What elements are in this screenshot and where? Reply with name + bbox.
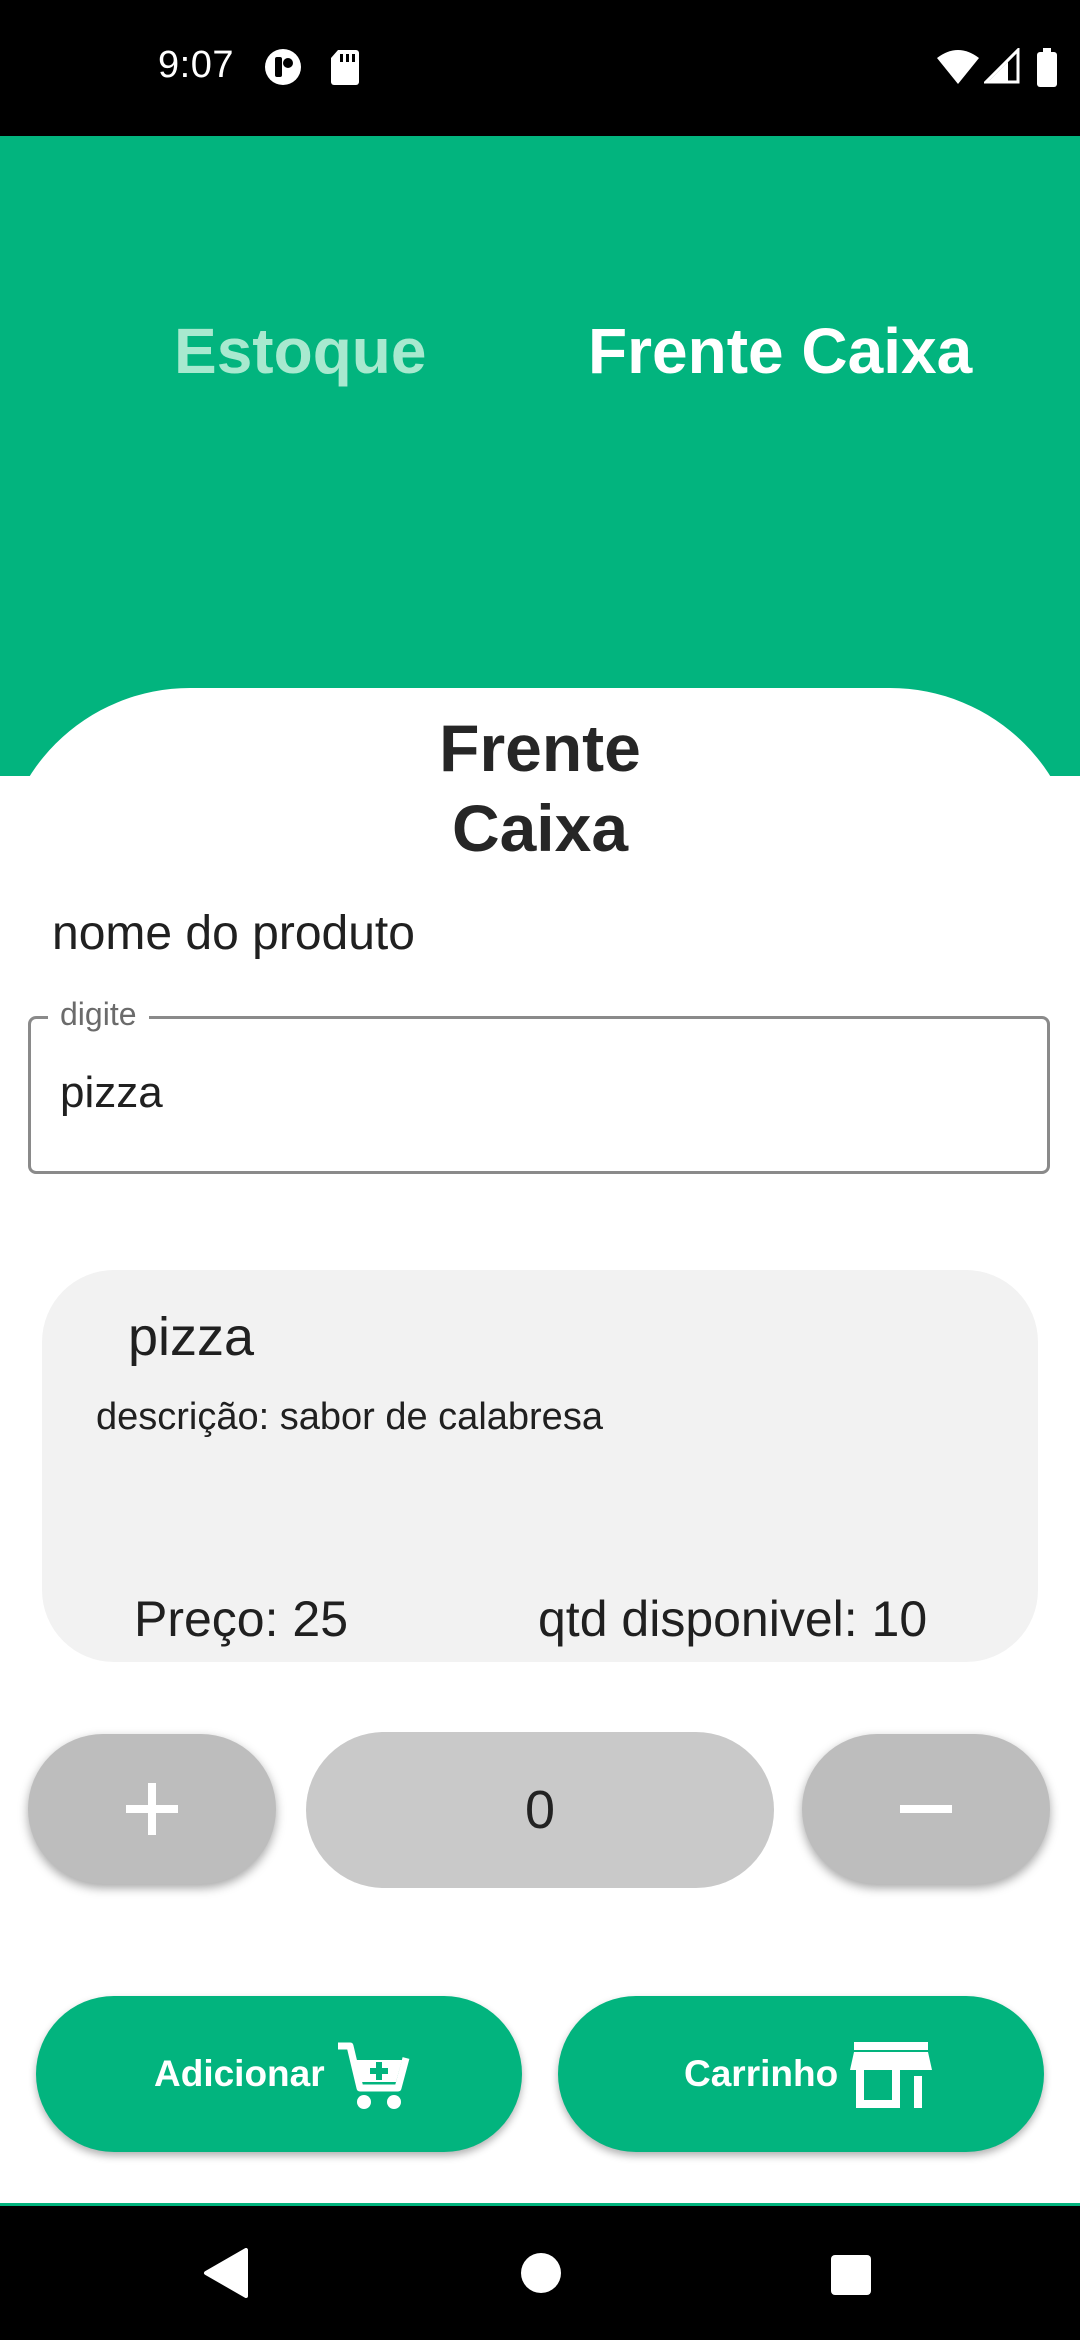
status-time: 9:07 <box>158 44 234 86</box>
product-description: descrição: sabor de calabresa <box>96 1396 603 1438</box>
product-stock: qtd disponivel: 10 <box>538 1591 928 1647</box>
notification-icon <box>265 49 301 85</box>
tab-estoque[interactable]: Estoque <box>174 314 426 388</box>
back-icon[interactable] <box>202 2248 248 2298</box>
add-button[interactable]: Adicionar <box>36 1996 522 2152</box>
add-button-label: Adicionar <box>154 2053 325 2094</box>
quantity-display: 0 <box>306 1732 774 1888</box>
recents-icon[interactable] <box>830 2254 872 2296</box>
search-field-legend: digite <box>48 996 149 1033</box>
cart-button[interactable]: Carrinho <box>558 1996 1044 2152</box>
page-title-line2: Caixa <box>451 791 629 865</box>
increment-button[interactable] <box>28 1734 276 1884</box>
page-title-line1: Frente <box>439 711 641 785</box>
sd-card-icon <box>331 50 359 85</box>
tab-frente-caixa[interactable]: Frente Caixa <box>588 314 972 388</box>
screen: 9:07 Estoque Frente Caixa Frente Caixa n… <box>0 0 1080 2340</box>
product-name: pizza <box>128 1307 255 1367</box>
cart-button-label: Carrinho <box>684 2053 839 2094</box>
decrement-button[interactable] <box>802 1734 1050 1884</box>
page-title: Frente Caixa <box>0 708 1080 868</box>
product-search-input[interactable] <box>60 1068 960 1118</box>
cell-signal-icon <box>984 48 1020 84</box>
navigation-bar <box>0 2206 1080 2340</box>
minus-icon <box>900 1805 952 1813</box>
store-icon <box>850 2042 932 2108</box>
plus-icon <box>126 1783 178 1835</box>
product-name-label: nome do produto <box>52 907 415 960</box>
header: Estoque Frente Caixa <box>0 136 1080 776</box>
home-icon[interactable] <box>520 2252 562 2294</box>
status-bar: 9:07 <box>0 0 1080 136</box>
add-to-cart-icon <box>338 2042 410 2109</box>
battery-icon <box>1037 48 1057 87</box>
product-price: Preço: 25 <box>134 1591 349 1647</box>
wifi-icon <box>937 50 979 84</box>
